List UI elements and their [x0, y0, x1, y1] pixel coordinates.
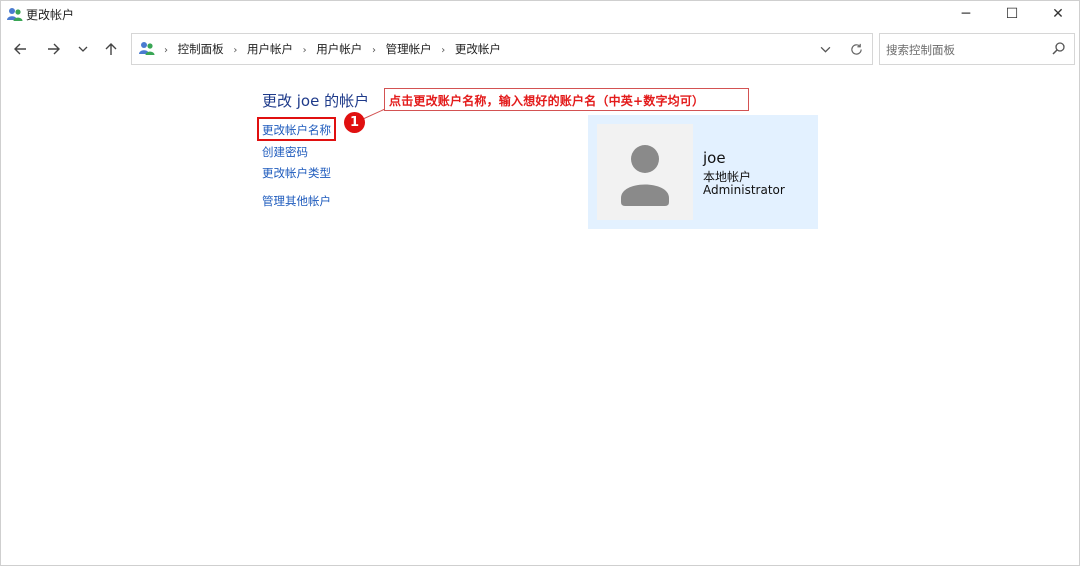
search-box[interactable]: 搜索控制面板: [879, 33, 1075, 65]
search-icon[interactable]: [1052, 41, 1066, 55]
breadcrumb-item-control-panel[interactable]: 控制面板: [178, 42, 224, 56]
account-card: joe 本地帐户 Administrator: [588, 115, 818, 229]
address-history-button[interactable]: [816, 40, 834, 58]
breadcrumb-item-change-account[interactable]: 更改帐户: [455, 42, 501, 56]
chevron-down-icon: [820, 46, 830, 53]
control-panel-window: 更改帐户 ─ ☐ ✕ › 控制面板 › 用户帐户 › 用户帐户 › 管理帐户 ›…: [0, 0, 1080, 566]
callout-pointer: [362, 108, 386, 120]
breadcrumb-separator-icon: ›: [371, 45, 376, 56]
breadcrumb: › 控制面板 › 用户帐户 › 用户帐户 › 管理帐户 › 更改帐户: [158, 41, 501, 57]
navigation-bar: › 控制面板 › 用户帐户 › 用户帐户 › 管理帐户 › 更改帐户 搜索控制面…: [1, 31, 1079, 67]
page-title: 更改 joe 的帐户: [262, 92, 370, 110]
title-bar: 更改帐户 ─ ☐ ✕: [1, 1, 1079, 27]
step-badge: 1: [344, 112, 365, 133]
refresh-button[interactable]: [846, 39, 866, 59]
arrow-up-icon: [105, 43, 117, 55]
arrow-left-icon: [14, 43, 26, 55]
account-name: joe: [703, 149, 726, 167]
minimize-button[interactable]: ─: [943, 1, 989, 27]
search-input[interactable]: 搜索控制面板: [886, 42, 955, 58]
user-accounts-icon: [7, 8, 23, 21]
recent-locations-button[interactable]: [71, 37, 95, 61]
breadcrumb-separator-icon: ›: [164, 45, 168, 56]
callout-text: 点击更改账户名称，输入想好的账户名（中英+数字均可）: [389, 94, 705, 108]
manage-other-accounts-link[interactable]: 管理其他帐户: [262, 193, 331, 209]
change-account-type-link[interactable]: 更改帐户类型: [262, 165, 331, 181]
highlight-box: [257, 117, 336, 141]
user-avatar-icon: [621, 145, 669, 206]
breadcrumb-item-user-accounts-sub[interactable]: 用户帐户: [316, 42, 362, 56]
breadcrumb-separator-icon: ›: [233, 45, 238, 56]
create-password-link[interactable]: 创建密码: [262, 144, 308, 160]
up-button[interactable]: [99, 37, 123, 61]
breadcrumb-separator-icon: ›: [441, 45, 446, 56]
address-bar[interactable]: › 控制面板 › 用户帐户 › 用户帐户 › 管理帐户 › 更改帐户: [131, 33, 873, 65]
back-button[interactable]: [8, 37, 32, 61]
chevron-down-icon: [78, 46, 88, 52]
avatar: [597, 124, 693, 220]
window-title: 更改帐户: [26, 8, 75, 22]
user-accounts-icon: [139, 42, 155, 55]
breadcrumb-item-user-accounts[interactable]: 用户帐户: [247, 42, 293, 56]
breadcrumb-separator-icon: ›: [302, 45, 307, 56]
maximize-button[interactable]: ☐: [989, 1, 1035, 27]
breadcrumb-item-manage-accounts[interactable]: 管理帐户: [386, 42, 432, 56]
forward-button[interactable]: [42, 37, 66, 61]
arrow-right-icon: [48, 43, 60, 55]
refresh-icon: [850, 43, 862, 55]
account-role: Administrator: [703, 183, 785, 197]
close-button[interactable]: ✕: [1035, 1, 1080, 27]
callout-box: 点击更改账户名称，输入想好的账户名（中英+数字均可）: [384, 88, 749, 111]
